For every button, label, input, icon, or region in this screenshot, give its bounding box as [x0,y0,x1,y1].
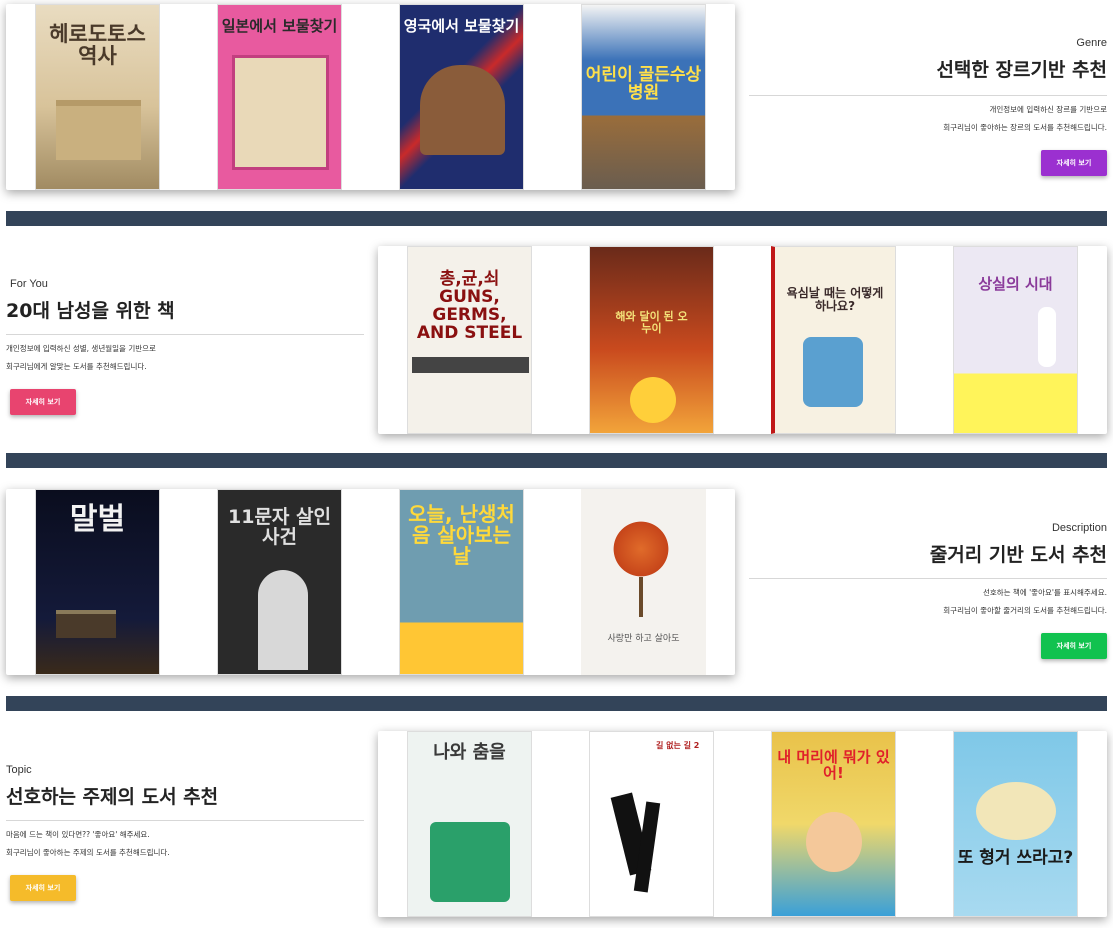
book-cover-2[interactable]: 일본에서 보물찾기 [217,4,342,190]
book-title: 일본에서 보물찾기 [221,17,338,35]
book-title: 오늘, 난생처음 살아보는 날 [408,502,515,568]
section-tag: For You [10,278,48,290]
book-title: 11문자 살인사건 [228,506,331,548]
topic-section: Topic 선호하는 주제의 도서 추천 마음에 드는 책이 있다면?? '좋아… [0,725,1113,928]
book-title: 내 머리에 뭐가 있어! [777,748,890,782]
book-cover-4[interactable]: 어린이 골든수상 병원 [581,4,706,190]
section-divider [6,453,1107,468]
book-title: 영국에서 보물찾기 [403,17,520,35]
description-book-card: 말벌 11문자 살인사건 오늘, 난생처음 살아보는 날 사랑만 하고 살아도 [6,489,735,675]
book-cover-4[interactable]: 또 형거 쓰라고? [953,731,1078,917]
topic-info: Topic 선호하는 주제의 도서 추천 마음에 드는 책이 있다면?? '좋아… [6,764,364,901]
book-cover-4[interactable]: 상실의 시대 [953,246,1078,434]
section-tag: Genre [1076,37,1107,49]
section-description: 선호하는 책에 '좋아요'를 표시해주세요. 회구리님이 좋아할 줄거리의 도서… [749,584,1107,620]
book-title: 상실의 시대 [978,275,1053,293]
section-tag: Topic [6,764,32,776]
book-cover-3[interactable]: 욕심날 때는 어떻게 하나요? [771,246,896,434]
section-description: 개인정보에 입력하신 성별, 생년월일을 기반으로 회구리님에게 알맞는 도서를… [6,340,364,376]
description-line: 회구리님이 좋아하는 장르의 도서를 추천해드립니다. [943,123,1107,132]
section-divider [6,211,1107,226]
book-cover-4[interactable]: 사랑만 하고 살아도 [581,489,706,675]
book-cover-1[interactable]: 헤로도토스 역사 [35,4,160,190]
genre-info: Genre 선택한 장르기반 추천 개인정보에 입력하신 장르를 기반으로 회구… [749,37,1107,176]
book-cover-1[interactable]: 말벌 [35,489,160,675]
book-title: 또 형거 쓰라고? [957,848,1074,868]
book-title: 어린이 골든수상 병원 [585,65,702,103]
section-description: 마음에 드는 책이 있다면?? '좋아요' 해주세요. 회구리님이 좋아하는 주… [6,826,364,862]
book-title: 나와 춤을 [433,742,506,763]
book-cover-1[interactable]: 나와 춤을 [407,731,532,917]
foryou-info: For You 20대 남성을 위한 책 개인정보에 입력하신 성별, 생년월일… [6,278,364,415]
description-line: 마음에 드는 책이 있다면?? '좋아요' 해주세요. [6,830,150,839]
book-title: 말벌 [69,502,126,537]
book-title: 욕심날 때는 어떻게 하나요? [786,286,884,313]
section-heading: 20대 남성을 위한 책 [6,300,175,322]
book-cover-2[interactable]: 길 없는 길 2 [589,731,714,917]
book-title: 헤로도토스 역사 [49,22,146,69]
section-divider [6,696,1107,711]
divider-line [6,820,364,821]
genre-section: 헤로도토스 역사 일본에서 보물찾기 영국에서 보물찾기 어린이 골든수상 병원… [0,0,1113,230]
description-section: 말벌 11문자 살인사건 오늘, 난생처음 살아보는 날 사랑만 하고 살아도 … [0,484,1113,694]
book-cover-2[interactable]: 11문자 살인사건 [217,489,342,675]
description-line: 회구리님에게 알맞는 도서를 추천해드립니다. [6,362,147,371]
foryou-detail-button[interactable]: 자세히 보기 [10,389,76,415]
book-title: 길 없는 길 2 [656,741,700,750]
book-title: 사랑만 하고 살아도 [607,634,680,644]
foryou-section: For You 20대 남성을 위한 책 개인정보에 입력하신 성별, 생년월일… [0,240,1113,450]
book-cover-3[interactable]: 영국에서 보물찾기 [399,4,524,190]
section-description: 개인정보에 입력하신 장르를 기반으로 회구리님이 좋아하는 장르의 도서를 추… [749,101,1107,137]
description-info: Description 줄거리 기반 도서 추천 선호하는 책에 '좋아요'를 … [749,522,1107,659]
book-cover-1[interactable]: 총,균,쇠 GUNS, GERMS, AND STEEL [407,246,532,434]
divider-line [749,95,1107,96]
description-line: 개인정보에 입력하신 성별, 생년월일을 기반으로 [6,344,156,353]
book-cover-2[interactable]: 해와 달이 된 오누이 [589,246,714,434]
book-cover-3[interactable]: 내 머리에 뭐가 있어! [771,731,896,917]
description-line: 회구리님이 좋아하는 주제의 도서를 추천해드립니다. [6,848,170,857]
divider-line [749,578,1107,579]
description-line: 선호하는 책에 '좋아요'를 표시해주세요. [982,588,1107,597]
section-heading: 선택한 장르기반 추천 [936,59,1107,81]
section-heading: 줄거리 기반 도서 추천 [929,544,1107,566]
foryou-book-card: 총,균,쇠 GUNS, GERMS, AND STEEL 해와 달이 된 오누이… [378,246,1107,434]
topic-book-card: 나와 춤을 길 없는 길 2 내 머리에 뭐가 있어! 또 형거 쓰라고? [378,731,1107,917]
divider-line [6,334,364,335]
section-tag: Description [1051,522,1107,534]
description-detail-button[interactable]: 자세히 보기 [1041,633,1107,659]
genre-book-card: 헤로도토스 역사 일본에서 보물찾기 영국에서 보물찾기 어린이 골든수상 병원 [6,4,735,190]
book-title: 해와 달이 된 오누이 [615,310,688,335]
genre-detail-button[interactable]: 자세히 보기 [1041,150,1107,176]
section-heading: 선호하는 주제의 도서 추천 [6,786,219,808]
description-line: 개인정보에 입력하신 장르를 기반으로 [989,105,1107,114]
book-cover-3[interactable]: 오늘, 난생처음 살아보는 날 [399,489,524,675]
book-title: 총,균,쇠 GUNS, GERMS, AND STEEL [416,269,523,343]
description-line: 회구리님이 좋아할 줄거리의 도서를 추천해드립니다. [943,606,1107,615]
topic-detail-button[interactable]: 자세히 보기 [10,875,76,901]
